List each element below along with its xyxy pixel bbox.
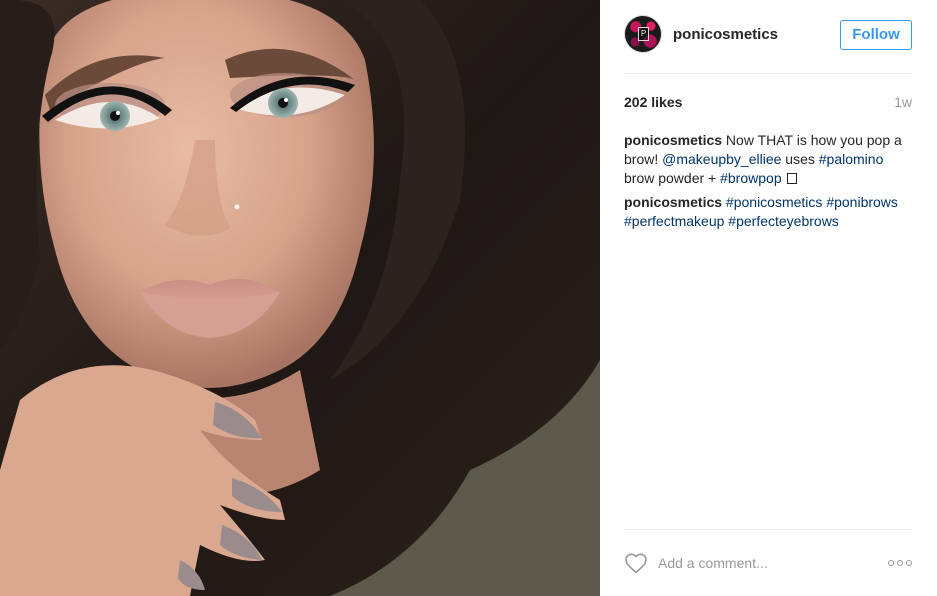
hashtag-link[interactable]: #ponibrows <box>826 194 898 210</box>
dot-icon <box>888 560 894 566</box>
post-header: P ponicosmetics Follow <box>624 0 912 74</box>
heart-outline-icon[interactable] <box>624 552 648 574</box>
caption-text: brow powder + <box>624 170 721 186</box>
caption-comment: ponicosmetics Now THAT is how you pop a … <box>624 131 914 188</box>
dot-icon <box>897 560 903 566</box>
author-username[interactable]: ponicosmetics <box>673 26 778 43</box>
caption-username[interactable]: ponicosmetics <box>624 194 722 210</box>
hashtag-link[interactable]: #perfectmakeup <box>624 213 724 229</box>
dot-icon <box>906 560 912 566</box>
caption: ponicosmetics Now THAT is how you pop a … <box>624 131 914 236</box>
post-age[interactable]: 1w <box>894 94 912 110</box>
hashtag-link[interactable]: #perfecteyebrows <box>728 213 839 229</box>
caption-comment: ponicosmetics #ponicosmetics #ponibrows … <box>624 193 914 231</box>
avatar[interactable]: P <box>624 15 662 53</box>
likes-row: 202 likes 1w <box>624 94 912 114</box>
follow-button[interactable]: Follow <box>840 20 912 50</box>
hashtag-link[interactable]: #ponicosmetics <box>726 194 823 210</box>
hashtag-link[interactable]: #palomino <box>819 151 884 167</box>
portrait-image <box>0 0 600 596</box>
hashtag-link[interactable]: #browpop <box>720 170 782 186</box>
mention-link[interactable]: @makeupby_elliee <box>662 151 781 167</box>
brand-mark-icon: P <box>638 27 649 41</box>
caption-username[interactable]: ponicosmetics <box>624 132 722 148</box>
comment-bar <box>624 529 912 596</box>
emoji-placeholder-icon <box>786 173 797 184</box>
caption-text: uses <box>781 151 819 167</box>
post-photo[interactable] <box>0 0 600 596</box>
more-options-icon[interactable] <box>888 556 912 570</box>
likes-count[interactable]: 202 likes <box>624 94 682 110</box>
post-sidebar: P ponicosmetics Follow 202 likes 1w poni… <box>600 0 937 596</box>
comment-input[interactable] <box>658 552 868 574</box>
